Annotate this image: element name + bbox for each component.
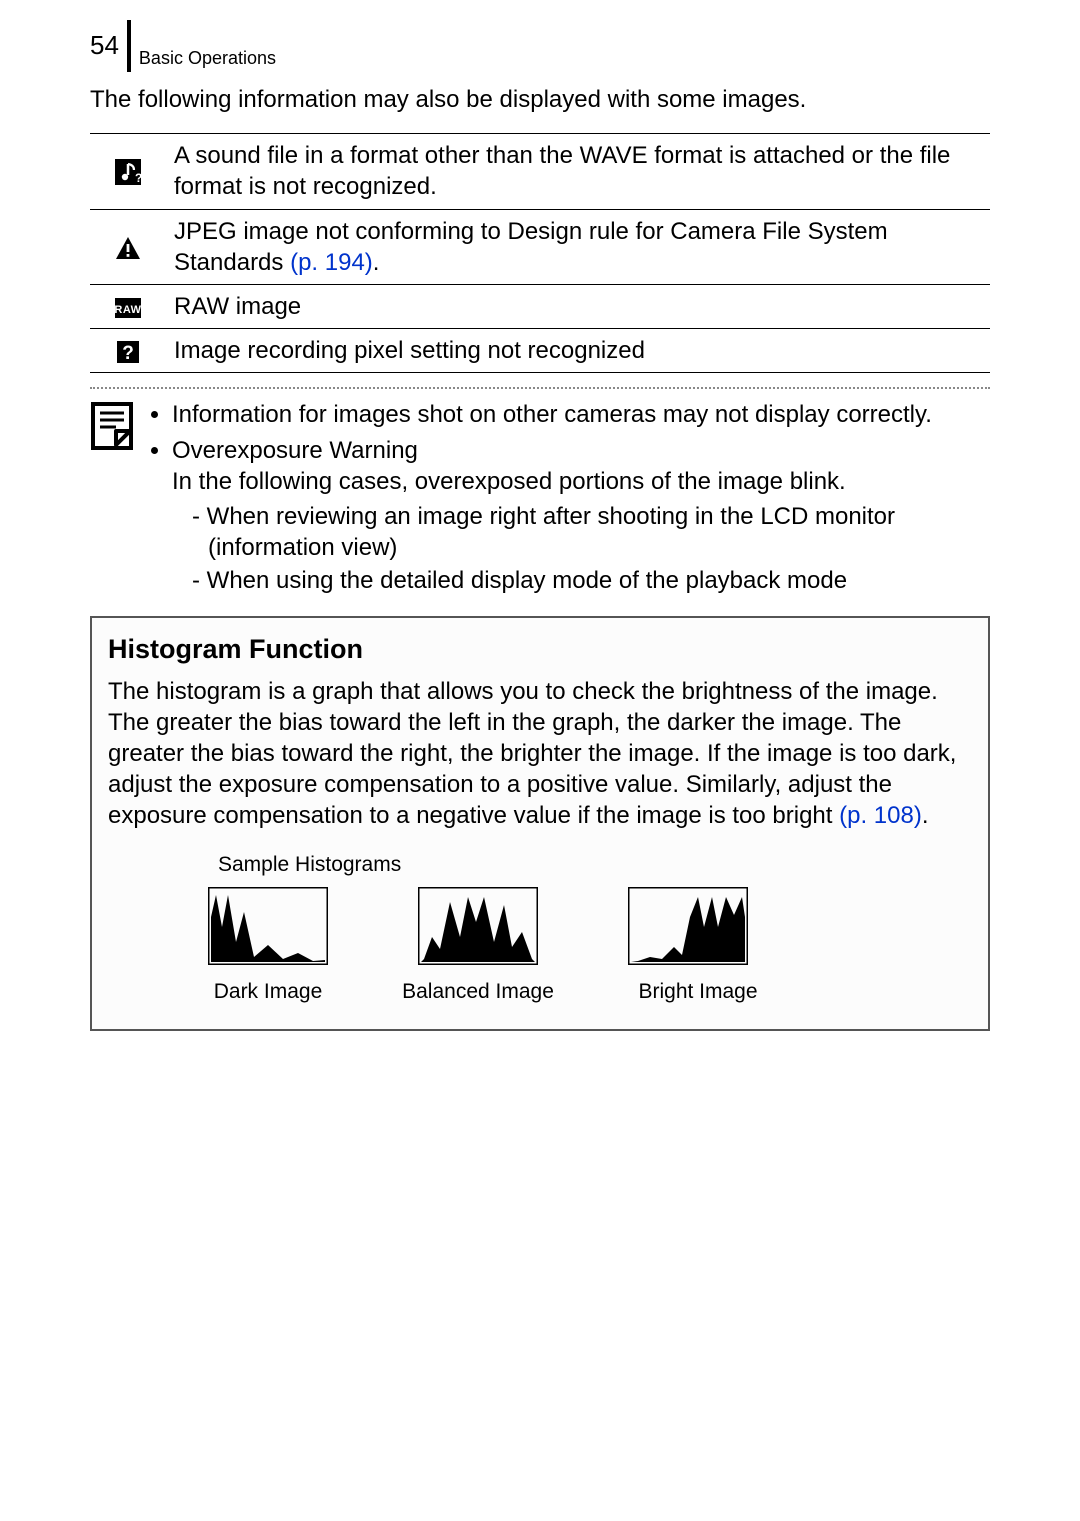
page-ref-link[interactable]: (p. 194): [290, 249, 373, 276]
intro-text: The following information may also be di…: [90, 84, 990, 115]
histogram-text: The histogram is a graph that allows you…: [108, 676, 972, 832]
svg-text:?: ?: [122, 343, 134, 364]
note-block: Information for images shot on other cam…: [90, 399, 990, 600]
table-cell-desc: A sound file in a format other than the …: [166, 134, 990, 209]
divider: [90, 387, 990, 389]
table-cell-desc: Image recording pixel setting not recogn…: [166, 329, 990, 373]
memo-icon: [90, 401, 138, 600]
page-number: 54: [90, 20, 131, 72]
histogram-sample-bright: [628, 887, 748, 972]
histogram-section: Histogram Function The histogram is a gr…: [90, 616, 990, 1030]
page-header: 54 Basic Operations: [90, 20, 990, 72]
music-question-icon: ?: [114, 158, 142, 186]
table-cell-desc: RAW image: [166, 284, 990, 328]
note-bullet: Overexposure Warning In the following ca…: [172, 435, 990, 597]
section-title: Basic Operations: [139, 47, 276, 72]
note-subitem: When using the detailed display mode of …: [192, 565, 990, 596]
histogram-label: Dark Image: [208, 978, 328, 1005]
histogram-heading: Histogram Function: [108, 632, 972, 667]
histogram-label: Balanced Image: [398, 978, 558, 1005]
raw-icon: RAW: [114, 294, 142, 322]
histogram-sample-balanced: [418, 887, 538, 972]
page-ref-link[interactable]: (p. 108): [839, 802, 922, 829]
svg-text:?: ?: [135, 171, 142, 185]
warning-triangle-icon: [114, 234, 142, 262]
info-icon-table: ? A sound file in a format other than th…: [90, 133, 990, 373]
table-cell-desc: JPEG image not conforming to Design rule…: [166, 209, 990, 284]
note-subitem: When reviewing an image right after shoo…: [192, 501, 990, 563]
histogram-label: Bright Image: [628, 978, 768, 1005]
question-box-icon: ?: [114, 338, 142, 366]
svg-text:RAW: RAW: [114, 304, 141, 316]
sample-caption: Sample Histograms: [218, 851, 972, 878]
histogram-sample-dark: [208, 887, 328, 972]
note-bullet: Information for images shot on other cam…: [172, 399, 990, 430]
